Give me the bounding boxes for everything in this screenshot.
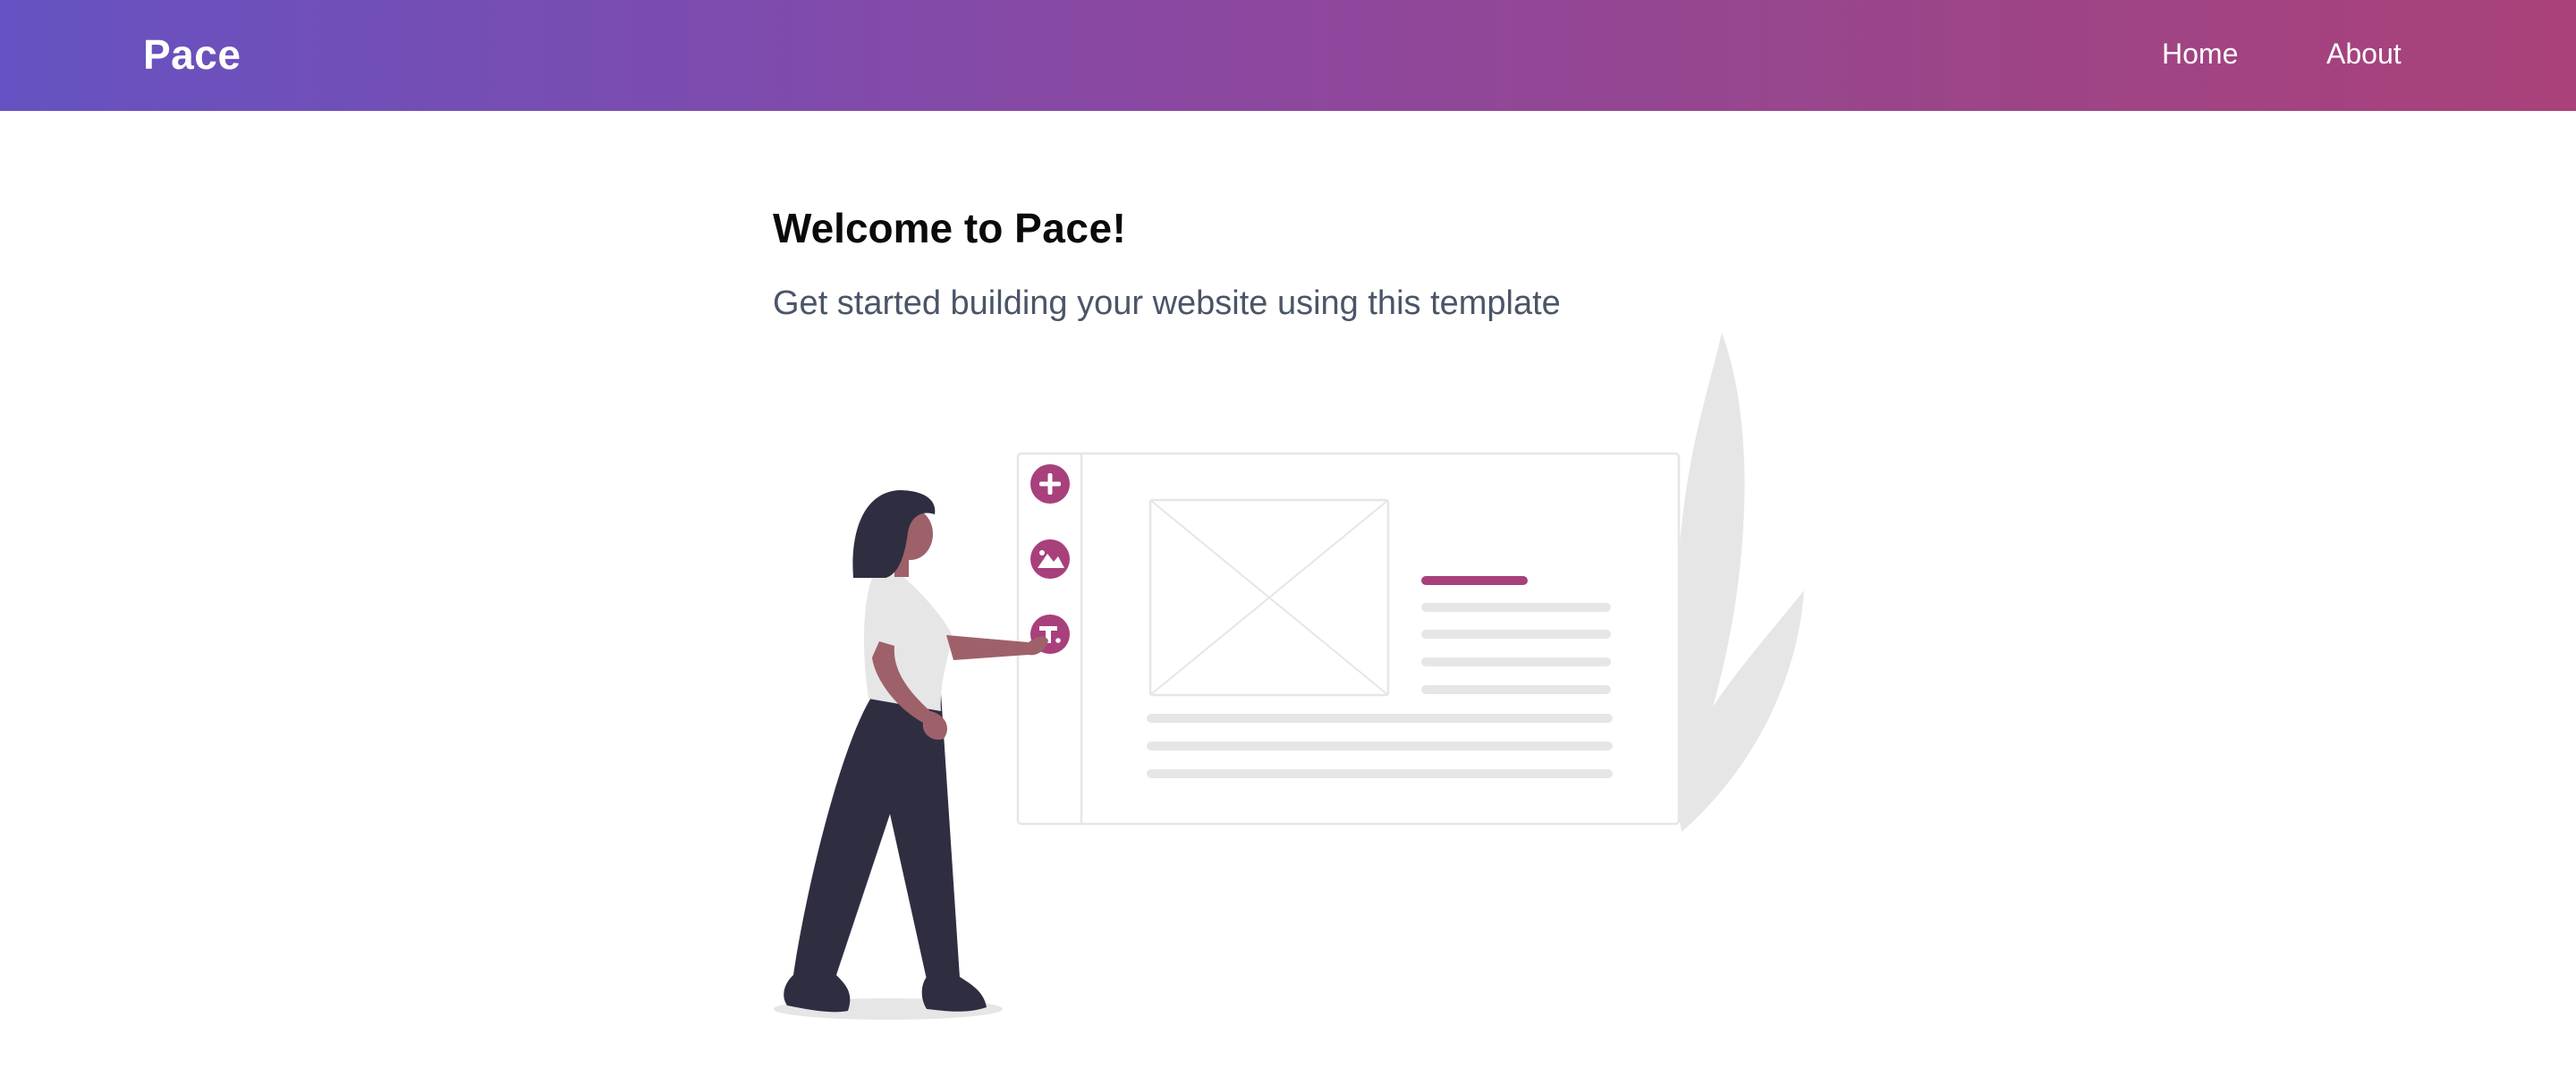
hero-title: Welcome to Pace!	[773, 200, 1126, 256]
text-line-placeholder	[1421, 657, 1611, 666]
hero-subtitle: Get started building your website using …	[773, 284, 1561, 322]
text-line-placeholder	[1147, 714, 1613, 723]
hero-title-suffix: !	[1112, 205, 1126, 251]
hero-title-brand: Pace	[1014, 205, 1113, 251]
hero-illustration	[774, 333, 1804, 1020]
heading-placeholder-bar	[1421, 576, 1528, 585]
text-line-placeholder	[1421, 603, 1611, 612]
nav-link-home[interactable]: Home	[2162, 34, 2238, 73]
brand-logo-link[interactable]: Pace	[143, 27, 241, 82]
person-figure	[774, 490, 1048, 1020]
navbar: Pace Home About	[0, 0, 2576, 111]
text-line-placeholder	[1421, 630, 1611, 639]
text-line-placeholder	[1147, 742, 1613, 751]
text-line-placeholder	[1147, 769, 1613, 778]
background-leaf-shape	[1674, 333, 1804, 832]
text-line-placeholder	[1421, 685, 1611, 694]
image-icon	[1030, 539, 1070, 579]
nav-link-about[interactable]: About	[2326, 34, 2402, 73]
hero-title-prefix: Welcome to	[773, 205, 1015, 251]
add-icon	[1030, 464, 1070, 504]
